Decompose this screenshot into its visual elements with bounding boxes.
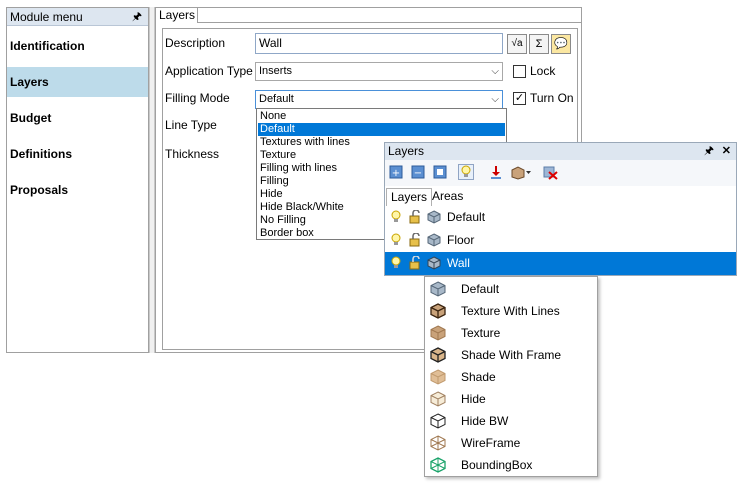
tab-areas[interactable]: Areas (428, 188, 467, 206)
module-menu-title: Module menu (10, 10, 83, 24)
thickness-label: Thickness (165, 147, 220, 161)
module-item-identification[interactable]: Identification (7, 31, 148, 61)
pin-icon[interactable]: 🖈 (132, 8, 142, 26)
cube-boundingbox-icon (430, 457, 446, 473)
module-menu-panel: Module menu 🖈 Identification Layers Budg… (6, 7, 149, 353)
layer-row-default[interactable]: Default (385, 206, 736, 229)
application-type-label: Application Type (165, 64, 253, 78)
module-item-proposals[interactable]: Proposals (7, 175, 148, 205)
description-field[interactable]: Wall (255, 33, 503, 54)
cube-hide-icon (430, 391, 446, 407)
cube-texture-icon (430, 325, 446, 341)
fill-mode-menu: Default Texture With Lines Texture Shade… (424, 276, 598, 477)
mode-item-wireframe[interactable]: WireFrame (425, 432, 597, 454)
layer-row-wall[interactable]: Wall (385, 252, 736, 275)
turn-on-checkbox[interactable]: ✓ (513, 92, 526, 105)
mode-item-shade-with-frame[interactable]: Shade With Frame (425, 344, 597, 366)
layers-window: Layers 🖈 ✕ + − Layers Areas Default Floo… (384, 142, 737, 276)
cube-hide-bw-icon (430, 413, 446, 429)
mode-item-default[interactable]: Default (425, 278, 597, 300)
unlocked-icon[interactable] (408, 256, 422, 270)
cube-gray-icon (430, 281, 446, 297)
lock-label: Lock (530, 64, 556, 78)
filling-mode-value: Default (259, 93, 294, 105)
layers-window-title: Layers (388, 144, 425, 158)
cube-gray-icon[interactable] (427, 210, 441, 224)
cube-gray-icon[interactable] (427, 233, 441, 247)
add-layer-icon[interactable]: + (388, 164, 404, 180)
lock-checkbox[interactable] (513, 65, 526, 78)
module-menu-header: Module menu 🖈 (7, 8, 148, 26)
mode-item-hide-bw[interactable]: Hide BW (425, 410, 597, 432)
lightbulb-icon[interactable] (389, 210, 403, 224)
layers-window-tabs: Layers Areas (385, 186, 736, 206)
cube-gray-icon[interactable] (427, 256, 441, 270)
cube-shade-frame-icon (430, 347, 446, 363)
pin-icon[interactable]: 🖈 (704, 143, 714, 160)
cube-wireframe-icon (430, 435, 446, 451)
line-type-label: Line Type (165, 118, 217, 132)
module-item-layers[interactable]: Layers (7, 67, 148, 97)
unlocked-icon[interactable] (408, 233, 422, 247)
cube-shade-icon (430, 369, 446, 385)
filling-option-selected[interactable]: Default (258, 123, 505, 136)
chevron-down-icon: ⌵ (491, 94, 499, 105)
filling-option[interactable]: None (258, 110, 505, 123)
filling-mode-select[interactable]: Default ⌵ (255, 90, 503, 109)
properties-icon[interactable] (432, 164, 448, 180)
delete-layers-icon[interactable] (542, 164, 558, 180)
application-type-value: Inserts (259, 65, 293, 77)
unlocked-icon[interactable] (408, 210, 422, 224)
layers-window-titlebar[interactable]: Layers 🖈 ✕ (385, 143, 736, 160)
svg-text:+: + (392, 168, 400, 179)
layers-toolbar: + − (385, 160, 736, 186)
module-item-definitions[interactable]: Definitions (7, 139, 148, 169)
formula-button[interactable]: √a (507, 34, 527, 54)
filling-mode-label: Filling Mode (165, 91, 230, 105)
fill-mode-dropdown-icon[interactable] (510, 164, 532, 180)
comment-button[interactable]: 💬 (551, 34, 571, 54)
svg-text:−: − (414, 168, 422, 179)
lightbulb-icon[interactable] (389, 233, 403, 247)
remove-layer-icon[interactable]: − (410, 164, 426, 180)
chevron-down-icon: ⌵ (491, 66, 499, 77)
cube-texture-lines-icon (430, 303, 446, 319)
mode-item-texture[interactable]: Texture (425, 322, 597, 344)
layer-name: Wall (447, 256, 470, 270)
lightbulb-icon[interactable] (458, 164, 474, 180)
mode-item-boundingbox[interactable]: BoundingBox (425, 454, 597, 476)
mode-item-shade[interactable]: Shade (425, 366, 597, 388)
turn-on-label: Turn On (530, 91, 574, 105)
application-type-select[interactable]: Inserts ⌵ (255, 62, 503, 81)
module-item-budget[interactable]: Budget (7, 103, 148, 133)
lightbulb-icon[interactable] (389, 256, 403, 270)
layer-name: Floor (447, 233, 475, 247)
tab-layers-list[interactable]: Layers (386, 188, 433, 206)
layer-name: Default (447, 210, 486, 224)
sum-button[interactable]: Σ (529, 34, 549, 54)
mode-item-texture-with-lines[interactable]: Texture With Lines (425, 300, 597, 322)
tab-layers[interactable]: Layers (156, 8, 198, 23)
move-down-icon[interactable] (488, 164, 504, 180)
description-label: Description (165, 36, 226, 50)
tab-divider (198, 22, 581, 23)
mode-item-hide[interactable]: Hide (425, 388, 597, 410)
layer-row-floor[interactable]: Floor (385, 229, 736, 252)
close-icon[interactable]: ✕ (722, 143, 731, 160)
